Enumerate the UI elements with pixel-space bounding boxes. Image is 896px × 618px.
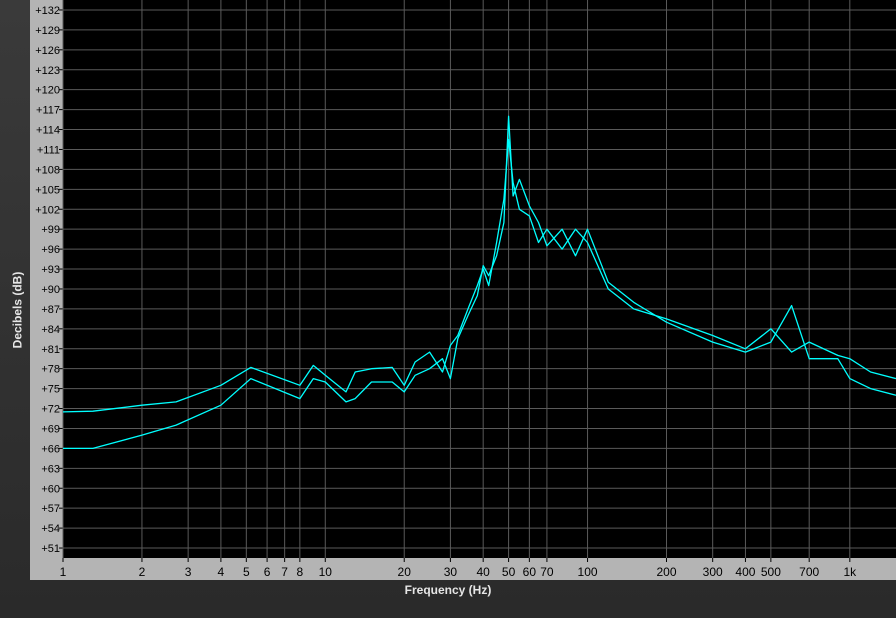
y-tick-label: +72 xyxy=(41,404,60,416)
x-tick-label: 2 xyxy=(139,565,146,579)
y-tick-label: +75 xyxy=(41,384,60,396)
y-tick-label: +69 xyxy=(41,423,60,435)
x-tick-label: 5 xyxy=(243,565,250,579)
x-tick-label: 700 xyxy=(799,565,819,579)
y-tick-label: +129 xyxy=(35,25,60,37)
x-tick-label: 8 xyxy=(297,565,304,579)
x-tick-label: 300 xyxy=(703,565,723,579)
y-tick-label: +114 xyxy=(36,125,60,137)
y-tick-label: +78 xyxy=(41,364,60,376)
x-tick-label: 40 xyxy=(476,565,490,579)
y-tick-label: +51 xyxy=(41,543,60,555)
x-tick-label: 7 xyxy=(281,565,288,579)
y-tick-label: +96 xyxy=(41,244,60,256)
x-tick-label: 1k xyxy=(843,565,857,579)
y-tick-label: +105 xyxy=(35,184,60,196)
y-tick-label: +132 xyxy=(35,5,60,17)
x-tick-label: 4 xyxy=(218,565,225,579)
x-tick-label: 400 xyxy=(735,565,755,579)
y-tick-label: +93 xyxy=(41,264,60,276)
x-axis-label: Frequency (Hz) xyxy=(404,583,492,597)
y-tick-label: +57 xyxy=(41,503,60,515)
x-tick-label: 20 xyxy=(398,565,412,579)
y-tick-label: +99 xyxy=(41,224,60,236)
x-tick-label: 70 xyxy=(540,565,554,579)
y-tick-label: +123 xyxy=(35,65,60,77)
x-tick-label: 6 xyxy=(264,565,271,579)
y-tick-label: +63 xyxy=(41,463,60,475)
y-tick-label: +84 xyxy=(41,324,60,336)
x-tick-label: 200 xyxy=(656,565,676,579)
x-tick-label: 60 xyxy=(523,565,537,579)
y-tick-label: +126 xyxy=(35,45,60,57)
y-tick-label: +120 xyxy=(35,85,60,97)
y-tick-label: +108 xyxy=(35,164,60,176)
y-axis-label-text: Decibels (dB) xyxy=(10,271,24,349)
x-tick-label: 100 xyxy=(578,565,598,579)
x-tick-label: 1 xyxy=(60,565,67,579)
x-tick-label: 50 xyxy=(502,565,516,579)
x-tick-label: 10 xyxy=(319,565,333,579)
y-tick-label: +111 xyxy=(37,144,60,156)
y-tick-label: +54 xyxy=(41,523,60,535)
y-tick-label: +66 xyxy=(41,443,60,455)
spectrum-chart: +132 +129 +126 +123 +120 +117 +114 +111 +108 +105… xyxy=(30,0,896,580)
y-tick-label: +81 xyxy=(41,344,60,356)
y-axis-label: Decibels (dB) xyxy=(2,250,32,370)
x-tick-label: 500 xyxy=(761,565,781,579)
y-tick-label: +60 xyxy=(41,483,60,495)
x-tick-label: 30 xyxy=(444,565,458,579)
y-tick-label: +87 xyxy=(41,304,60,316)
x-tick-label: 3 xyxy=(185,565,192,579)
y-tick-label: +117 xyxy=(36,105,60,117)
y-tick-label: +90 xyxy=(41,284,60,296)
y-tick-label: +102 xyxy=(35,204,60,216)
